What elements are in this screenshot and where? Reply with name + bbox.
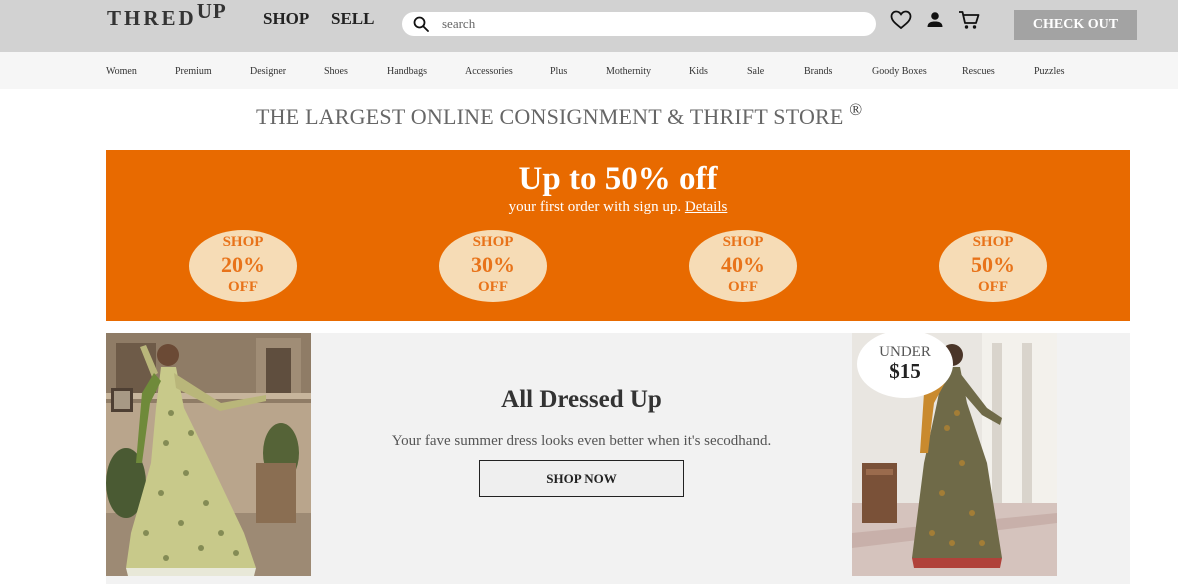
offer-percent: 40% [721,252,765,277]
cart-icon[interactable] [958,10,980,30]
badge-price: $15 [889,359,921,383]
nav-sell-link[interactable]: SELL [331,9,374,29]
category-link[interactable]: Accessories [465,66,513,77]
heart-icon[interactable] [890,10,912,30]
category-link[interactable]: Handbags [387,66,427,77]
offer-label-top: SHOP [222,234,264,250]
category-link[interactable]: Women [106,66,137,77]
under-price-badge: UNDER $15 [857,330,953,398]
offer-label-top: SHOP [472,234,514,250]
category-link[interactable]: Plus [550,66,567,77]
offer-percent: 20% [221,252,265,277]
offer-label-bottom: OFF [978,279,1008,295]
promo-banner: Up to 50% off your first order with sign… [106,150,1130,321]
promo-title: Up to 50% off [518,161,718,197]
feature-title: All Dressed Up [501,386,662,413]
registered-mark: ® [849,100,863,119]
shop-40-off-button[interactable]: SHOP 40% OFF [689,230,797,302]
category-link[interactable]: Premium [175,66,212,77]
category-link[interactable]: Shoes [324,66,348,77]
headline-text: THE LARGEST ONLINE CONSIGNMENT & THRIFT … [256,104,844,129]
category-nav: Women Premium Designer Shoes Handbags Ac… [0,52,1178,89]
offer-percent: 30% [471,252,515,277]
shop-50-off-button[interactable]: SHOP 50% OFF [939,230,1047,302]
offer-label-bottom: OFF [728,279,758,295]
category-link[interactable]: Brands [804,66,832,77]
category-link[interactable]: Mothernity [606,66,651,77]
logo[interactable]: THREDUP [107,0,227,31]
shop-30-off-button[interactable]: SHOP 30% OFF [439,230,547,302]
search-bar [402,12,876,36]
offer-label-top: SHOP [972,234,1014,250]
category-link[interactable]: Puzzles [1034,66,1065,77]
category-link[interactable]: Kids [689,66,708,77]
shop-20-off-button[interactable]: SHOP 20% OFF [189,230,297,302]
offer-label-bottom: OFF [478,279,508,295]
category-link[interactable]: Designer [250,66,286,77]
logo-main: THRED [107,6,197,30]
promo-subtitle: your first order with sign up. Details [106,199,1130,216]
category-link[interactable]: Rescues [962,66,995,77]
shop-now-button[interactable]: SHOP NOW [479,460,684,497]
offer-label-bottom: OFF [228,279,258,295]
nav-shop-link[interactable]: SHOP [263,9,309,29]
top-header: THREDUP SHOP SELL CHECK OUT [0,0,1178,52]
feature-description: Your fave summer dress looks even better… [391,433,772,449]
offer-label-top: SHOP [722,234,764,250]
user-icon[interactable] [924,10,946,30]
search-input[interactable] [442,15,862,33]
page-headline: THE LARGEST ONLINE CONSIGNMENT & THRIFT … [256,100,862,130]
offer-percent: 50% [971,252,1015,277]
checkout-button[interactable]: CHECK OUT [1014,10,1137,40]
logo-sup: UP [196,0,227,23]
dress-photo-left[interactable] [106,333,311,576]
search-icon[interactable] [413,16,429,32]
category-link[interactable]: Sale [747,66,764,77]
details-link[interactable]: Details [685,199,728,215]
promo-subtitle-text: your first order with sign up. [508,199,682,215]
category-link[interactable]: Goody Boxes [872,66,927,77]
